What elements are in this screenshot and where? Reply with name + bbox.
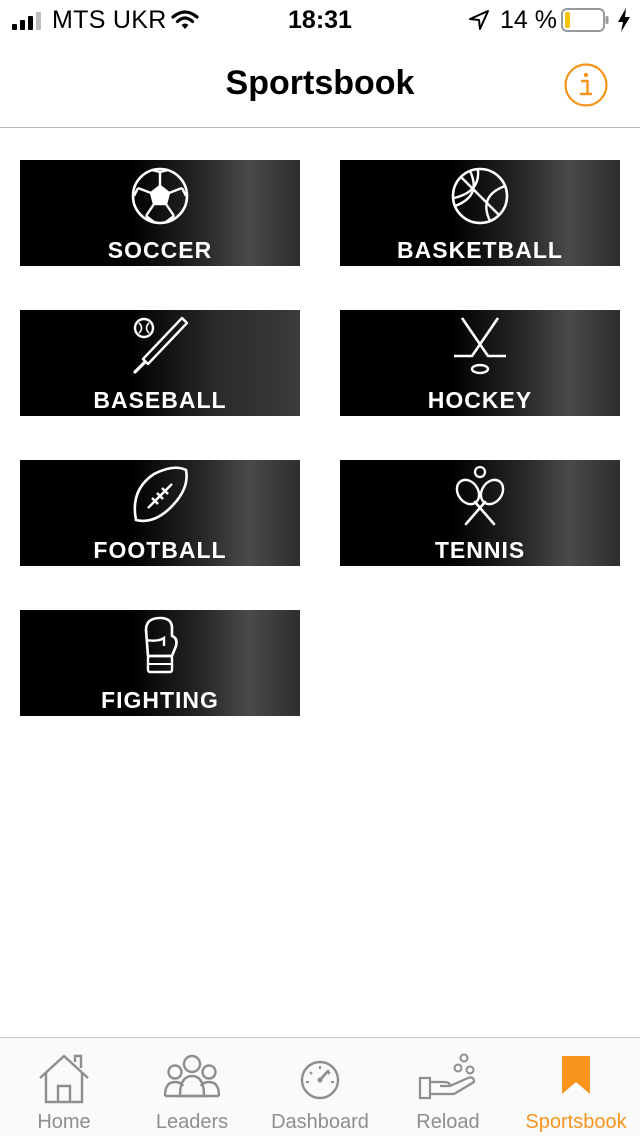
status-bar: MTS UKR 18:31 14 % xyxy=(0,0,640,40)
american-football-icon xyxy=(133,466,188,523)
hand-coins-icon xyxy=(418,1053,476,1100)
tab-label: Sportsbook xyxy=(525,1111,627,1133)
basketball-icon xyxy=(451,167,509,225)
baseball-bat-icon xyxy=(133,316,189,374)
sport-tile-hockey[interactable]: HOCKEY xyxy=(340,310,620,416)
tab-leaders[interactable]: Leaders xyxy=(128,1038,256,1137)
sport-tile-soccer[interactable]: SOCCER xyxy=(20,160,300,266)
tab-sportsbook[interactable]: Sportsbook xyxy=(512,1038,640,1137)
tab-home[interactable]: Home xyxy=(0,1038,128,1137)
tab-dashboard[interactable]: Dashboard xyxy=(256,1038,384,1137)
tab-bar: Home Leaders Dashboard Reload Sportsbook xyxy=(0,1037,640,1136)
nav-header: Sportsbook xyxy=(0,40,640,128)
sport-tile-tennis[interactable]: TENNIS xyxy=(340,460,620,566)
tab-reload[interactable]: Reload xyxy=(384,1038,512,1137)
sport-label: FOOTBALL xyxy=(93,537,227,563)
bookmark-icon xyxy=(562,1056,590,1094)
sport-label: BASKETBALL xyxy=(397,237,563,263)
battery-icon xyxy=(561,8,609,32)
tab-label: Dashboard xyxy=(271,1111,369,1133)
soccer-ball-icon xyxy=(131,167,189,225)
info-circle-icon[interactable] xyxy=(563,62,609,108)
sport-label: HOCKEY xyxy=(427,387,533,413)
tab-label: Reload xyxy=(416,1111,480,1133)
people-icon xyxy=(163,1054,221,1098)
page-title: Sportsbook xyxy=(225,64,415,102)
tab-label: Leaders xyxy=(155,1111,229,1133)
charging-bolt-icon xyxy=(618,8,630,32)
boxing-glove-icon xyxy=(144,616,178,674)
sport-tile-baseball[interactable]: BASEBALL xyxy=(20,310,300,416)
sport-tile-fighting[interactable]: FIGHTING xyxy=(20,610,300,716)
sport-label: FIGHTING xyxy=(101,687,219,713)
sport-label: TENNIS xyxy=(434,537,526,563)
home-icon xyxy=(39,1054,89,1104)
hockey-sticks-icon xyxy=(454,317,506,375)
sport-label: SOCCER xyxy=(107,237,213,263)
speedometer-icon xyxy=(300,1060,340,1100)
battery-percent: 14 % xyxy=(500,6,557,34)
location-arrow-icon xyxy=(469,10,489,30)
sport-label: BASEBALL xyxy=(93,387,227,413)
sport-tile-basketball[interactable]: BASKETBALL xyxy=(340,160,620,266)
tennis-rackets-icon xyxy=(455,466,505,526)
sport-tile-football[interactable]: FOOTBALL xyxy=(20,460,300,566)
